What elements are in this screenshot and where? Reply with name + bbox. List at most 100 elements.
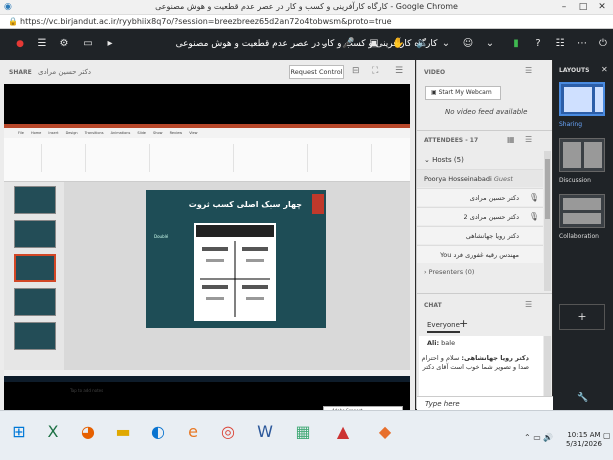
system-clock[interactable]: 10:15 AM 5/31/2026 <box>566 431 602 449</box>
layouts-panel: LAYOUTS ✕ Sharing Discussion Collaborati… <box>553 60 613 410</box>
add-chat-tab-icon[interactable]: + <box>459 317 468 330</box>
grid-view-icon[interactable]: ▦ <box>507 135 515 144</box>
webcam-icon[interactable]: ▣ <box>368 38 380 50</box>
address-bar[interactable]: 🔒 https://vc.birjandut.ac.ir/ryybhiix8q7… <box>0 15 613 29</box>
chat-scrollbar[interactable] <box>544 336 551 396</box>
hosts-group-label[interactable]: ⌄ Hosts (5) <box>424 156 464 164</box>
speaker-icon[interactable]: 🔈 <box>416 38 428 50</box>
chat-sender: Ali: <box>427 339 440 347</box>
meeting-toolbar: ● ☰ ⚙ ▭ ▸ کارگاه کارآفرینی و کسب و کار د… <box>0 29 613 60</box>
webcam-icon: ▣ <box>431 89 439 96</box>
current-slide: چهار سبک اصلی کسب ثروت Doublé <box>146 190 326 328</box>
ppt-tool-group <box>154 144 234 172</box>
edge-icon[interactable]: ◐ <box>145 417 171 447</box>
status-icon[interactable]: ☺ <box>462 38 474 50</box>
layout-discussion-label[interactable]: Discussion <box>559 177 591 184</box>
add-layout-button[interactable]: + <box>559 304 605 330</box>
presenters-group-label[interactable]: › Presenters (0) <box>424 268 474 276</box>
start-webcam-button[interactable]: ▣ Start My Webcam <box>425 86 501 100</box>
layout-block <box>563 213 601 224</box>
help-icon[interactable]: ? <box>532 38 544 50</box>
ppt-tool-group <box>238 144 308 172</box>
attendees-pod: ATTENDEES - 17 ▦ ☰ ⌄ Hosts (5) Poorya Ho… <box>416 130 552 293</box>
fullscreen-icon[interactable]: ⛶ <box>372 66 378 76</box>
chat-label: CHAT <box>424 302 442 309</box>
layout-collaboration-thumbnail[interactable] <box>559 194 605 228</box>
attendees-scrollbar[interactable] <box>544 151 551 291</box>
attendee-name: دکتر حسین مرادی <box>469 194 519 202</box>
maximize-button[interactable]: □ <box>574 1 592 13</box>
attendee-row[interactable]: دکتر حسین مرادی 🎙 <box>417 188 543 206</box>
layout-sharing-thumbnail[interactable] <box>559 82 605 116</box>
attendee-row[interactable]: مهندس رقیه غفوری فرد You <box>417 245 543 263</box>
attendee-row[interactable]: Poorya Hosseinabadi Guest <box>417 169 543 187</box>
speaker-notes[interactable]: Tap to add notes <box>70 388 103 393</box>
chat-pod: CHAT ☰ Everyone + Ali: bale دکتر رویا جه… <box>416 293 553 410</box>
attendees-icon[interactable]: ☷ <box>554 38 566 50</box>
fit-to-width-icon[interactable]: ⊟ <box>352 66 360 76</box>
file-explorer-icon[interactable]: ▬ <box>110 417 136 447</box>
ppt-ribbon-tabs: File Home Insert Design Transitions Anim… <box>4 128 410 138</box>
close-window-button[interactable]: ✕ <box>593 1 611 13</box>
minimize-button[interactable]: – <box>555 1 573 13</box>
hand-raise-icon[interactable]: ✋ <box>392 38 404 50</box>
pod-menu-icon[interactable]: ☰ <box>395 66 403 76</box>
pod-menu-icon[interactable]: ☰ <box>525 135 532 144</box>
chrome-icon[interactable]: ◎ <box>215 417 241 447</box>
layout-collaboration-label[interactable]: Collaboration <box>559 233 599 240</box>
clock-date: 5/31/2026 <box>566 440 602 448</box>
no-video-text: No video feed available <box>445 108 528 116</box>
word-icon[interactable]: W <box>252 417 278 447</box>
slide-thumbnail <box>14 322 56 350</box>
quadrant-diagram <box>196 225 274 317</box>
adobe-connect-icon[interactable]: ◆ <box>372 417 398 447</box>
firefox-icon[interactable]: ◕ <box>75 417 101 447</box>
notifications-icon[interactable]: ▢ <box>603 431 611 440</box>
chat-tab-everyone[interactable]: Everyone <box>427 321 460 333</box>
browser-icon[interactable]: e <box>180 417 206 447</box>
chevron-down-icon[interactable]: ⌄ <box>440 38 452 50</box>
lock-icon[interactable]: 🔒 <box>8 17 18 26</box>
logout-icon[interactable]: ⏻ <box>597 38 609 50</box>
slide-thumbnail-selected <box>14 254 56 282</box>
store-icon[interactable]: ▦ <box>290 417 316 447</box>
attendees-label: ATTENDEES - 17 <box>424 137 479 144</box>
pod-menu-icon[interactable]: ☰ <box>525 300 532 309</box>
excel-icon[interactable]: X <box>40 417 66 447</box>
request-control-button[interactable]: Request Control <box>289 65 344 79</box>
slide-thumbnail <box>14 220 56 248</box>
video-label: VIDEO <box>424 69 446 76</box>
share-label: SHARE <box>9 69 32 76</box>
presenter-name: دکتر حسین مرادی <box>38 68 92 76</box>
slide-canvas: چهار سبک اصلی کسب ثروت Doublé Tap to add… <box>64 182 410 440</box>
pod-menu-icon[interactable]: ☰ <box>525 66 532 75</box>
chat-input-placeholder: Type here <box>425 400 460 408</box>
close-icon[interactable]: ✕ <box>601 65 608 74</box>
tray-icons[interactable]: ⌃ ▭ 🔊 <box>524 433 553 442</box>
browser-title-bar: ◉ کارگاه کارآفرینی و کسب و کار در عصر عد… <box>0 0 613 15</box>
url-text[interactable]: https://vc.birjandut.ac.ir/ryybhiix8q7o/… <box>20 17 392 26</box>
menu-icon[interactable]: ⋯ <box>576 38 588 50</box>
microphone-icon[interactable]: 🎤 <box>342 38 354 50</box>
signal-icon: ▮ <box>513 38 519 49</box>
acrobat-icon[interactable]: ▲ <box>330 417 356 447</box>
slide-thumbnails <box>4 182 64 370</box>
chat-message: دکتر رویا جهانشاهی: سلام و احترام صدا و … <box>419 354 543 372</box>
layout-discussion-thumbnail[interactable] <box>559 138 605 172</box>
remote-taskbar <box>4 376 410 382</box>
layouts-label: LAYOUTS <box>559 67 590 74</box>
microphone-icon: 🎙 <box>528 212 539 221</box>
chevron-down-icon[interactable]: ⌄ <box>484 38 496 50</box>
ppt-tool-group <box>46 144 86 172</box>
chat-input[interactable]: Type here <box>417 396 553 410</box>
attendee-row[interactable]: دکتر رویا جهانشاهی <box>417 226 543 244</box>
start-icon[interactable]: ⊞ <box>6 417 32 447</box>
ppt-toolbar <box>4 138 410 182</box>
wrench-icon[interactable]: 🔧 <box>577 393 588 403</box>
attendee-row[interactable]: دکتر حسین مرادی 2 🎙 <box>417 207 543 225</box>
layout-sharing-label[interactable]: Sharing <box>559 121 582 128</box>
chevron-down-icon[interactable]: ⌄ <box>318 38 330 50</box>
scrollbar-thumb[interactable] <box>545 159 550 219</box>
slide-accent-bar <box>312 194 324 214</box>
attendee-name: Poorya Hosseinabadi <box>424 175 492 183</box>
